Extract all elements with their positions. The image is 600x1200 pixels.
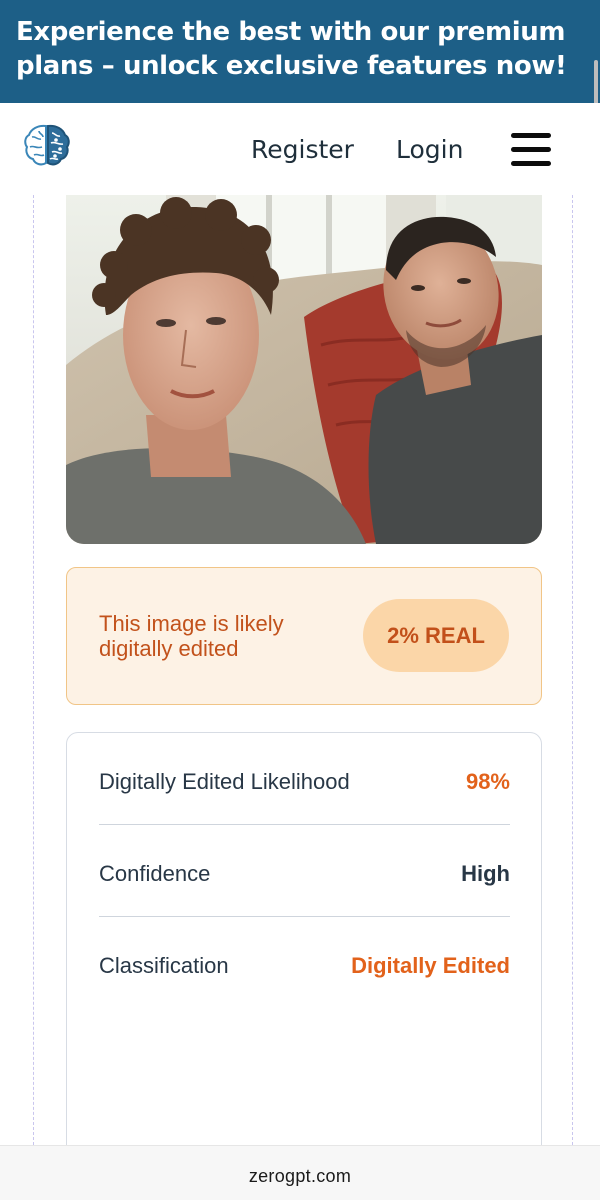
site-header: Register Login — [0, 103, 600, 193]
verdict-card: This image is likely digitally edited 2%… — [66, 567, 542, 705]
hamburger-menu-icon[interactable] — [511, 133, 551, 167]
content-frame-right-border — [572, 195, 573, 1145]
stat-label: Digitally Edited Likelihood — [99, 769, 350, 794]
content-frame-left-border — [33, 195, 34, 1145]
hamburger-line — [511, 161, 551, 166]
hamburger-line — [511, 133, 551, 138]
uploaded-photo — [66, 195, 542, 544]
stat-value: High — [461, 861, 510, 886]
page: Experience the best with our premium pla… — [0, 0, 600, 1200]
analysis-details-card: Digitally Edited Likelihood 98% Confiden… — [66, 732, 542, 1172]
stat-label: Classification — [99, 953, 229, 978]
browser-address-bar[interactable]: zerogpt.com — [0, 1145, 600, 1200]
login-link[interactable]: Login — [396, 135, 463, 164]
stat-row-classification: Classification Digitally Edited — [99, 917, 510, 1009]
real-percentage-badge: 2% REAL — [363, 599, 509, 672]
stat-value: Digitally Edited — [351, 953, 510, 978]
register-link[interactable]: Register — [251, 135, 354, 164]
stat-value: 98% — [465, 769, 510, 794]
hamburger-line — [511, 147, 551, 152]
stat-row-edited-likelihood: Digitally Edited Likelihood 98% — [99, 733, 510, 825]
url-text: zerogpt.com — [248, 1166, 352, 1186]
promo-banner-line-2: plans – unlock exclusive features now! — [16, 51, 567, 81]
stat-label: Confidence — [99, 861, 211, 886]
brain-logo-icon[interactable] — [22, 120, 72, 170]
promo-banner-line-1: Experience the best with our premium — [16, 17, 566, 47]
verdict-message: This image is likely digitally edited — [99, 611, 284, 661]
promo-banner[interactable]: Experience the best with our premium pla… — [0, 0, 600, 103]
stat-row-confidence: Confidence High — [99, 825, 510, 917]
